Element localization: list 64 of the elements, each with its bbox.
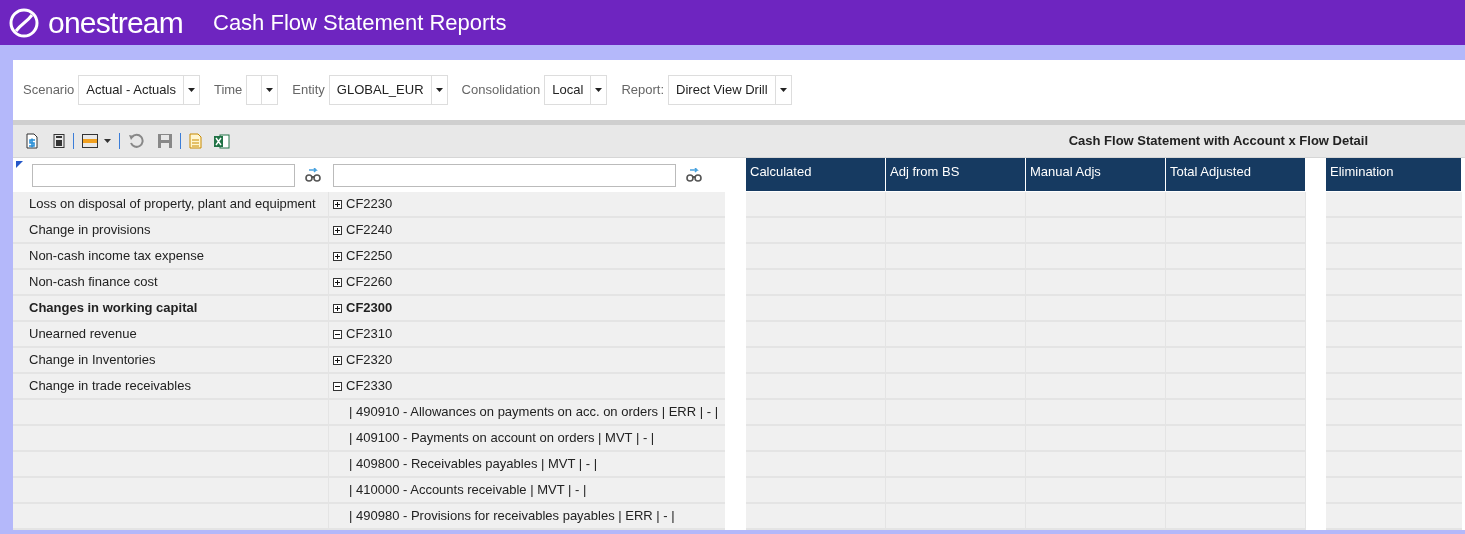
caret-icon [266,88,274,92]
account-code: CF2300 [346,299,393,318]
corner-marker-icon [16,161,23,168]
account-code: | 410000 - Accounts receivable | MVT | - | [349,481,587,500]
account-code: | 409800 - Receivables payables | MVT | - | [349,455,598,474]
account-code: CF2250 [346,247,393,266]
row-label: Non-cash income tax expense [13,244,329,270]
row-label: Non-cash finance cost [13,270,329,296]
account-code: CF2310 [346,325,393,344]
column-header: Adj from BS [886,158,1026,191]
expand-icon[interactable] [333,277,342,287]
binoculars-icon[interactable] [305,168,321,182]
filter-dropdown[interactable]: Local [544,75,608,105]
caret-icon [779,88,787,92]
account-code: CF2330 [346,377,393,396]
row-label: Change in provisions [13,218,329,244]
undo-icon[interactable] [128,133,144,149]
column-header: Calculated [746,158,886,191]
report-title: Cash Flow Statement with Account x Flow Detail [1068,132,1368,151]
row-label: Change in trade receivables [13,374,329,400]
filter-label: Entity [292,81,325,100]
row-label: Loss on disposal of property, plant and equipment [13,192,329,218]
excel-icon[interactable] [214,133,230,149]
account-code: | 490980 - Provisions for receivables payables | ERR | - | [349,507,675,526]
filter-input[interactable] [32,163,295,187]
page-title: Cash Flow Statement Reports [213,9,507,37]
logo-icon [8,6,40,39]
caret-icon [595,88,603,92]
filter-dropdown[interactable]: GLOBAL_EUR [328,75,448,105]
logo-text: onestream [48,7,183,38]
binoculars-icon[interactable] [686,168,702,182]
account-code: | 490910 - Allowances on payments on acc. on orders | ERR | - | [349,403,719,422]
table-layout-icon[interactable] [82,134,98,148]
filter-input[interactable] [333,163,676,187]
filter-dropdown[interactable]: Actual - Actuals [78,75,200,105]
expand-icon[interactable] [333,355,342,365]
account-code: CF2260 [346,273,393,292]
filter-label: Report: [621,81,665,100]
account-code: CF2230 [346,195,393,214]
column-header: Manual Adjs [1026,158,1166,191]
filter-label: Time [213,81,243,100]
caret-icon [435,88,443,92]
column-header: Elimination [1326,158,1462,191]
expand-icon[interactable] [333,199,342,209]
calculator-icon[interactable] [53,134,65,148]
save-icon[interactable] [158,134,172,148]
expand-icon[interactable] [333,251,342,261]
row-label: Change in Inventories [13,348,329,374]
collapse-icon[interactable] [333,329,342,339]
caret-icon [187,88,195,92]
row-label: Unearned revenue [13,322,329,348]
column-header: Total Adjusted [1166,158,1306,191]
expand-icon[interactable] [333,225,342,235]
account-code: | 409100 - Payments on account on orders | MVT | - | [349,429,655,448]
collapse-icon[interactable] [333,381,342,391]
filter-dropdown[interactable]: Direct View Drill [668,75,792,105]
account-code: CF2320 [346,351,393,370]
filter-label: Consolidation [461,81,541,100]
currency-document-icon[interactable] [25,133,39,149]
expand-icon[interactable] [333,303,342,313]
filter-label: Scenario [23,81,75,100]
row-label: Changes in working capital [13,296,329,322]
caret-icon[interactable] [104,139,111,143]
account-code: CF2240 [346,221,393,240]
